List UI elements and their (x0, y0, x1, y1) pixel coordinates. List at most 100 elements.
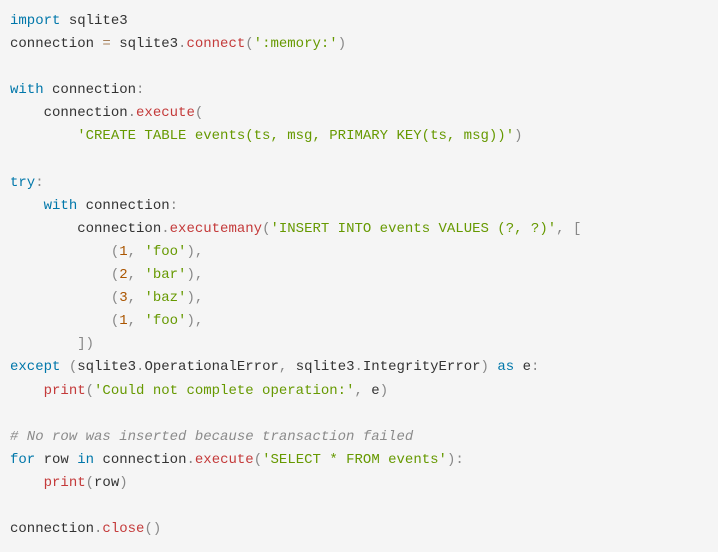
paren-open: ( (254, 452, 262, 468)
number-literal: 1 (119, 313, 127, 329)
code-line-12: (2, 'bar'), (10, 264, 708, 287)
keyword-with: with (10, 82, 44, 98)
code-line-9: with connection: (10, 195, 708, 218)
colon: : (170, 198, 178, 214)
string-literal: 'INSERT INTO events VALUES (?, ?)' (270, 221, 556, 237)
paren-close: ) (186, 290, 194, 306)
comma: , (195, 267, 203, 283)
function-name: connect (186, 36, 245, 52)
paren-close: ) (153, 521, 161, 537)
paren-close: ) (186, 267, 194, 283)
variable: connection (44, 105, 128, 121)
function-name: close (102, 521, 144, 537)
paren-open: ( (69, 359, 77, 375)
comma: , (128, 290, 136, 306)
paren-open: ( (245, 36, 253, 52)
variable: row (94, 475, 119, 491)
number-literal: 3 (119, 290, 127, 306)
code-block: import sqlite3 connection = sqlite3.conn… (10, 10, 708, 541)
variable: connection (52, 82, 136, 98)
operator: = (94, 36, 119, 52)
variable: connection (86, 198, 170, 214)
dot: . (186, 452, 194, 468)
function-name: print (44, 383, 86, 399)
paren-open: ( (86, 475, 94, 491)
comma: , (128, 244, 136, 260)
comma: , (195, 290, 203, 306)
colon: : (455, 452, 463, 468)
paren-open: ( (195, 105, 203, 121)
keyword-try: try (10, 175, 35, 191)
variable: e (371, 383, 379, 399)
code-line-1: import sqlite3 (10, 10, 708, 33)
number-literal: 2 (119, 267, 127, 283)
code-line-8: try: (10, 172, 708, 195)
paren-close: ) (186, 313, 194, 329)
blank-line (10, 403, 708, 426)
comma: , (128, 313, 136, 329)
code-line-11: (1, 'foo'), (10, 241, 708, 264)
dot: . (128, 105, 136, 121)
paren-open: ( (111, 313, 119, 329)
variable: row (44, 452, 69, 468)
keyword-except: except (10, 359, 60, 375)
code-line-15: ]) (10, 333, 708, 356)
code-line-5: connection.execute( (10, 102, 708, 125)
comma: , (556, 221, 564, 237)
colon: : (531, 359, 539, 375)
keyword-with: with (44, 198, 78, 214)
function-name: executemany (170, 221, 262, 237)
module-name: sqlite3 (69, 13, 128, 29)
bracket-open: [ (573, 221, 581, 237)
paren-open: ( (111, 290, 119, 306)
code-line-23: connection.close() (10, 518, 708, 541)
blank-line (10, 149, 708, 172)
string-literal: 'bar' (144, 267, 186, 283)
string-literal: 'Could not complete operation:' (94, 383, 354, 399)
string-literal: 'SELECT * FROM events' (262, 452, 447, 468)
bracket-close: ] (77, 336, 85, 352)
code-line-16: except (sqlite3.OperationalError, sqlite… (10, 356, 708, 379)
paren-close: ) (86, 336, 94, 352)
comma: , (195, 244, 203, 260)
keyword-in: in (77, 452, 94, 468)
string-literal: 'baz' (144, 290, 186, 306)
comma: , (195, 313, 203, 329)
comma: , (354, 383, 362, 399)
blank-line (10, 495, 708, 518)
blank-line (10, 56, 708, 79)
keyword-import: import (10, 13, 60, 29)
class-name: OperationalError (144, 359, 278, 375)
variable: connection (77, 221, 161, 237)
module-name: sqlite3 (119, 36, 178, 52)
paren-open: ( (111, 244, 119, 260)
number-literal: 1 (119, 244, 127, 260)
code-line-10: connection.executemany('INSERT INTO even… (10, 218, 708, 241)
code-line-20: for row in connection.execute('SELECT * … (10, 449, 708, 472)
variable: connection (10, 521, 94, 537)
paren-close: ) (481, 359, 489, 375)
variable: connection (102, 452, 186, 468)
code-line-6: 'CREATE TABLE events(ts, msg, PRIMARY KE… (10, 125, 708, 148)
comma: , (128, 267, 136, 283)
paren-open: ( (144, 521, 152, 537)
function-name: execute (136, 105, 195, 121)
paren-close: ) (186, 244, 194, 260)
code-line-19: # No row was inserted because transactio… (10, 426, 708, 449)
paren-open: ( (111, 267, 119, 283)
code-line-13: (3, 'baz'), (10, 287, 708, 310)
variable: e (523, 359, 531, 375)
paren-close: ) (119, 475, 127, 491)
paren-close: ) (514, 128, 522, 144)
code-line-4: with connection: (10, 79, 708, 102)
code-line-21: print(row) (10, 472, 708, 495)
code-line-2: connection = sqlite3.connect(':memory:') (10, 33, 708, 56)
dot: . (161, 221, 169, 237)
keyword-for: for (10, 452, 35, 468)
variable: connection (10, 36, 94, 52)
colon: : (35, 175, 43, 191)
string-literal: 'CREATE TABLE events(ts, msg, PRIMARY KE… (77, 128, 514, 144)
string-literal: 'foo' (144, 313, 186, 329)
module-name: sqlite3 (296, 359, 355, 375)
comment: # No row was inserted because transactio… (10, 429, 413, 445)
